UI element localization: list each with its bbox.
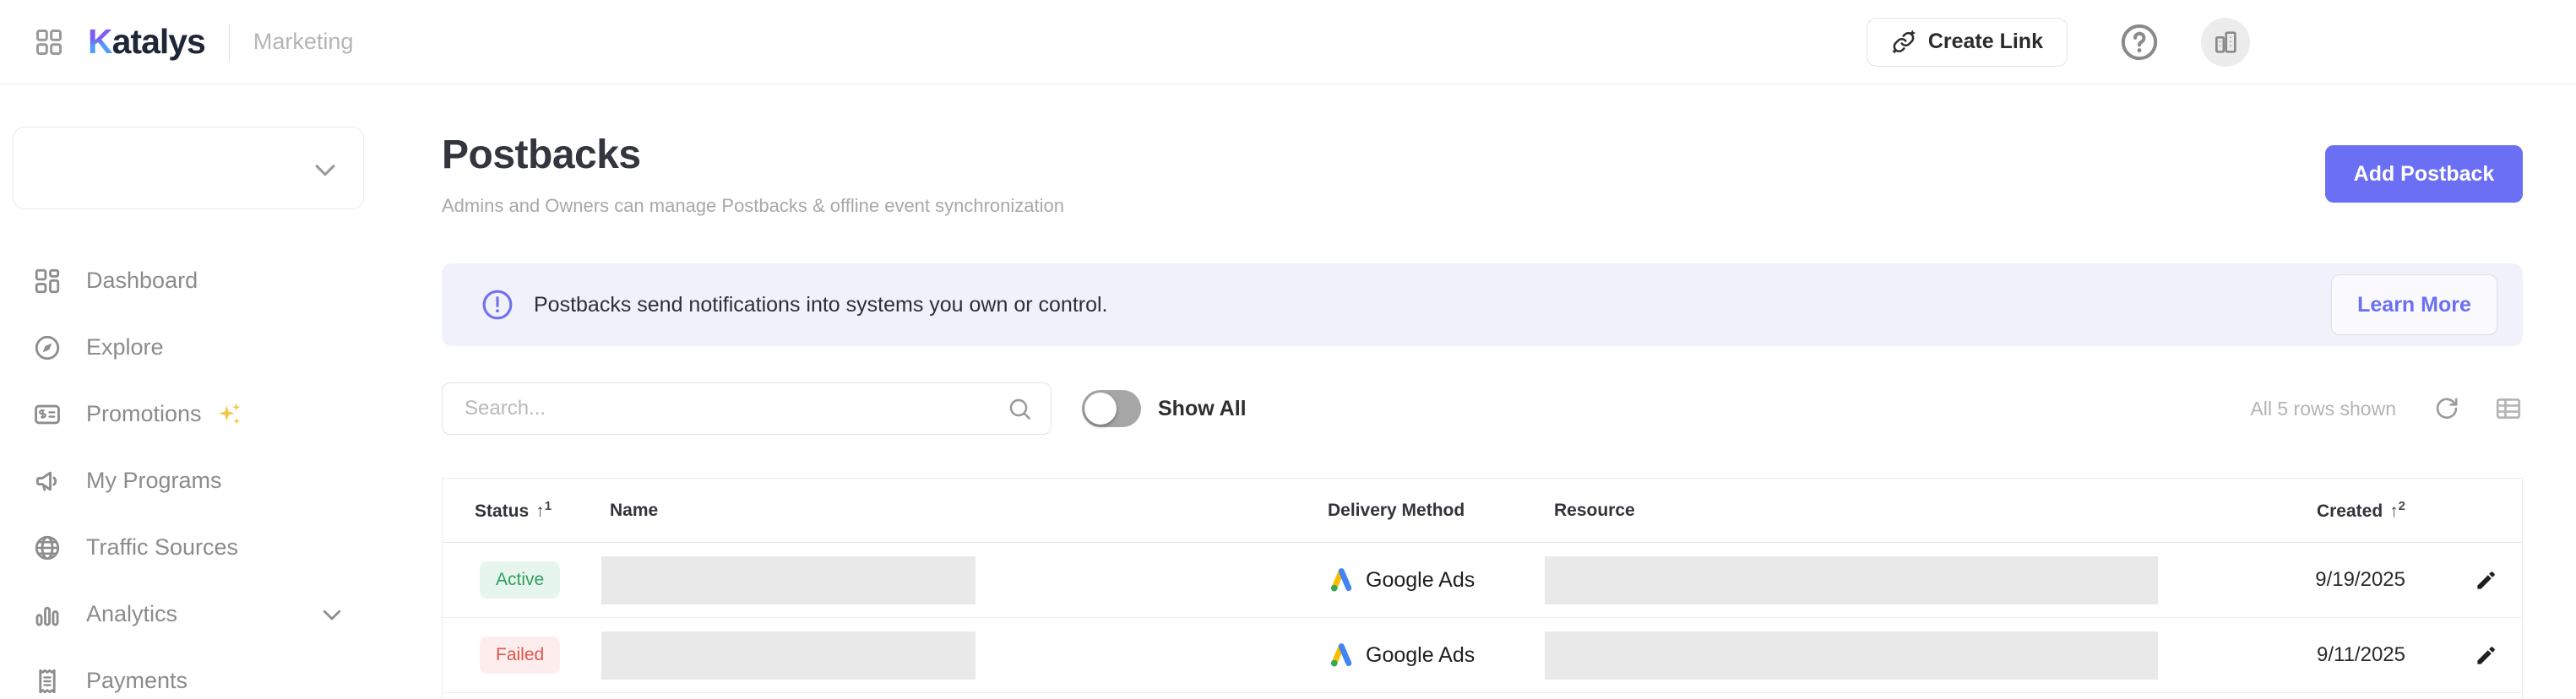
sidebar-item-label: Traffic Sources (86, 534, 238, 561)
delivery-method-cell: Google Ads (1328, 642, 1554, 668)
column-header-resource[interactable]: Resource (1554, 501, 2163, 521)
add-postback-button[interactable]: Add Postback (2325, 145, 2523, 203)
pencil-icon (2475, 569, 2497, 592)
app-grid-icon[interactable] (34, 27, 64, 57)
chevron-down-icon (311, 155, 340, 184)
page-subtitle: Admins and Owners can manage Postbacks &… (442, 195, 2523, 217)
show-all-label: Show All (1158, 397, 1247, 421)
bar-chart-icon (33, 600, 62, 629)
sidebar-item-payments[interactable]: Payments (0, 648, 422, 699)
show-all-toggle[interactable] (1082, 390, 1141, 427)
create-link-button[interactable]: Create Link (1867, 18, 2068, 67)
organization-select[interactable] (13, 127, 364, 209)
table-controls: Show All All 5 rows shown (442, 382, 2523, 435)
receipt-icon (33, 667, 62, 696)
sidebar-item-promotions[interactable]: Promotions (0, 381, 422, 447)
status-badge: Active (480, 561, 560, 599)
sidebar: Dashboard Explore Promotions (0, 84, 422, 699)
sort-indicator: ↑2 (2389, 501, 2405, 521)
column-header-delivery-method[interactable]: Delivery Method (1328, 501, 1554, 521)
info-banner: Postbacks send notifications into system… (442, 263, 2523, 346)
column-header-status[interactable]: Status↑1 (443, 499, 601, 522)
table-row[interactable]: Failed Google Ads 9/11/2025 (443, 618, 2522, 693)
table-header-row: Status↑1 Name Delivery Method Resource C… (443, 479, 2522, 543)
brand-logo-k: K (88, 22, 112, 62)
link-sparkle-icon (1891, 30, 1916, 55)
search-icon (1007, 396, 1034, 423)
sidebar-item-label: Explore (86, 334, 164, 360)
chevron-down-icon (319, 602, 345, 627)
status-badge: Failed (480, 637, 560, 674)
help-button[interactable] (2120, 23, 2159, 62)
dashboard-icon (33, 267, 62, 295)
pencil-icon (2475, 644, 2497, 667)
megaphone-icon (33, 467, 62, 496)
header-divider (229, 24, 230, 61)
top-bar: Katalys Marketing Create Link (0, 0, 2576, 84)
sidebar-item-my-programs[interactable]: My Programs (0, 447, 422, 514)
globe-icon (33, 534, 62, 562)
sort-indicator: ↑1 (535, 501, 552, 521)
refresh-button[interactable] (2433, 395, 2460, 422)
search-input[interactable] (443, 383, 1051, 434)
delivery-method-label: Google Ads (1366, 568, 1475, 593)
table-body: Active Google Ads 9/19/2025 Failed (443, 543, 2522, 693)
brand-logo[interactable]: Katalys (88, 22, 205, 62)
rows-shown-text: All 5 rows shown (2250, 398, 2396, 420)
column-header-created[interactable]: Created↑2 (2163, 499, 2450, 522)
edit-button[interactable] (2475, 644, 2497, 667)
create-link-label: Create Link (1928, 30, 2043, 54)
info-icon (481, 289, 514, 321)
help-icon (2120, 23, 2159, 62)
sidebar-item-label: Promotions (86, 401, 202, 427)
toggle-knob (1084, 393, 1117, 425)
app-root: Katalys Marketing Create Link (0, 0, 2576, 699)
table-view-button[interactable] (2494, 394, 2523, 423)
main-content: Postbacks Admins and Owners can manage P… (442, 84, 2523, 699)
sidebar-item-label: Payments (86, 668, 187, 694)
sidebar-item-label: My Programs (86, 468, 222, 494)
banner-text: Postbacks send notifications into system… (534, 293, 1108, 317)
sidebar-nav: Dashboard Explore Promotions (0, 247, 422, 699)
sidebar-item-traffic-sources[interactable]: Traffic Sources (0, 514, 422, 581)
refresh-icon (2433, 395, 2460, 422)
compass-icon (33, 333, 62, 362)
search-box (442, 382, 1052, 435)
edit-button[interactable] (2475, 569, 2497, 592)
product-name: Marketing (253, 29, 354, 55)
delivery-method-label: Google Ads (1366, 643, 1475, 668)
page-title: Postbacks (442, 132, 2523, 178)
table-row[interactable]: Active Google Ads 9/19/2025 (443, 543, 2522, 618)
google-ads-icon (1328, 567, 1355, 593)
sidebar-item-analytics[interactable]: Analytics (0, 581, 422, 648)
created-date: 9/19/2025 (2163, 568, 2450, 592)
name-placeholder (601, 631, 976, 680)
sidebar-item-explore[interactable]: Explore (0, 314, 422, 381)
resource-placeholder (1545, 556, 2158, 604)
resource-placeholder (1545, 631, 2158, 680)
table-grid-icon (2494, 394, 2523, 423)
brand-logo-rest: atalys (112, 22, 205, 62)
learn-more-button[interactable]: Learn More (2331, 274, 2497, 335)
created-date: 9/11/2025 (2163, 643, 2450, 667)
promotions-icon (33, 400, 62, 429)
sidebar-item-label: Analytics (86, 601, 177, 627)
sidebar-item-label: Dashboard (86, 268, 198, 294)
column-header-name[interactable]: Name (601, 501, 1328, 521)
sparkles-icon (215, 399, 244, 430)
delivery-method-cell: Google Ads (1328, 567, 1554, 593)
sidebar-item-dashboard[interactable]: Dashboard (0, 247, 422, 314)
account-avatar[interactable] (2201, 18, 2250, 67)
name-placeholder (601, 556, 976, 604)
buildings-icon (2211, 28, 2240, 57)
google-ads-icon (1328, 642, 1355, 668)
postbacks-table: Status↑1 Name Delivery Method Resource C… (442, 478, 2523, 699)
